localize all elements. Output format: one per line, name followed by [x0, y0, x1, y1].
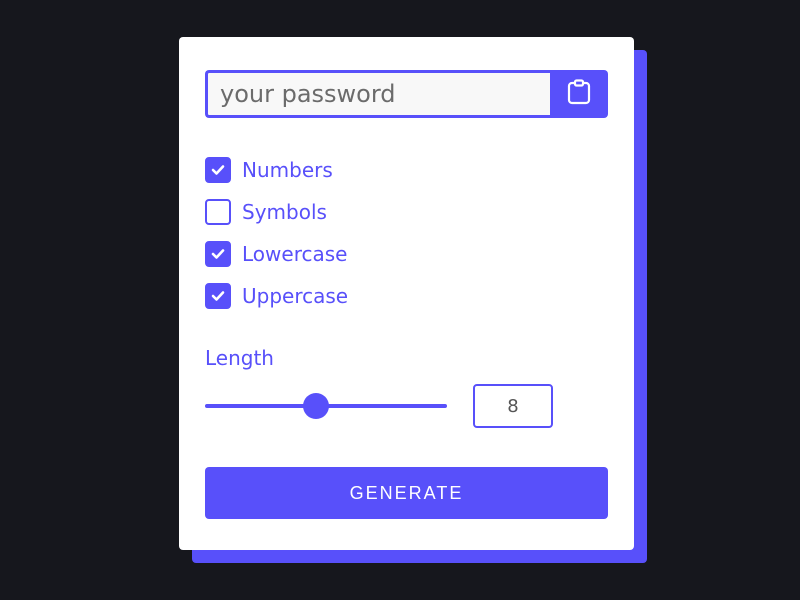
- length-label: Length: [205, 346, 274, 370]
- length-slider[interactable]: [205, 391, 447, 421]
- check-icon: [211, 165, 225, 175]
- check-icon: [211, 249, 225, 259]
- lowercase-label: Lowercase: [242, 242, 348, 266]
- uppercase-label: Uppercase: [242, 284, 349, 308]
- password-generator-card: Numbers Symbols Lowercase Uppercase Leng…: [179, 37, 634, 550]
- symbols-label: Symbols: [242, 200, 327, 224]
- option-symbols[interactable]: Symbols: [205, 199, 348, 225]
- slider-thumb[interactable]: [303, 393, 329, 419]
- lowercase-checkbox[interactable]: [205, 241, 231, 267]
- copy-button[interactable]: [550, 70, 608, 118]
- option-numbers[interactable]: Numbers: [205, 157, 348, 183]
- option-lowercase[interactable]: Lowercase: [205, 241, 348, 267]
- generate-button[interactable]: GENERATE: [205, 467, 608, 519]
- numbers-checkbox[interactable]: [205, 157, 231, 183]
- check-icon: [211, 291, 225, 301]
- uppercase-checkbox[interactable]: [205, 283, 231, 309]
- option-uppercase[interactable]: Uppercase: [205, 283, 348, 309]
- options-list: Numbers Symbols Lowercase Uppercase: [205, 157, 348, 325]
- length-input[interactable]: [473, 384, 553, 428]
- password-input[interactable]: [205, 70, 550, 118]
- clipboard-icon: [567, 79, 591, 109]
- numbers-label: Numbers: [242, 158, 333, 182]
- symbols-checkbox[interactable]: [205, 199, 231, 225]
- password-row: [205, 70, 608, 118]
